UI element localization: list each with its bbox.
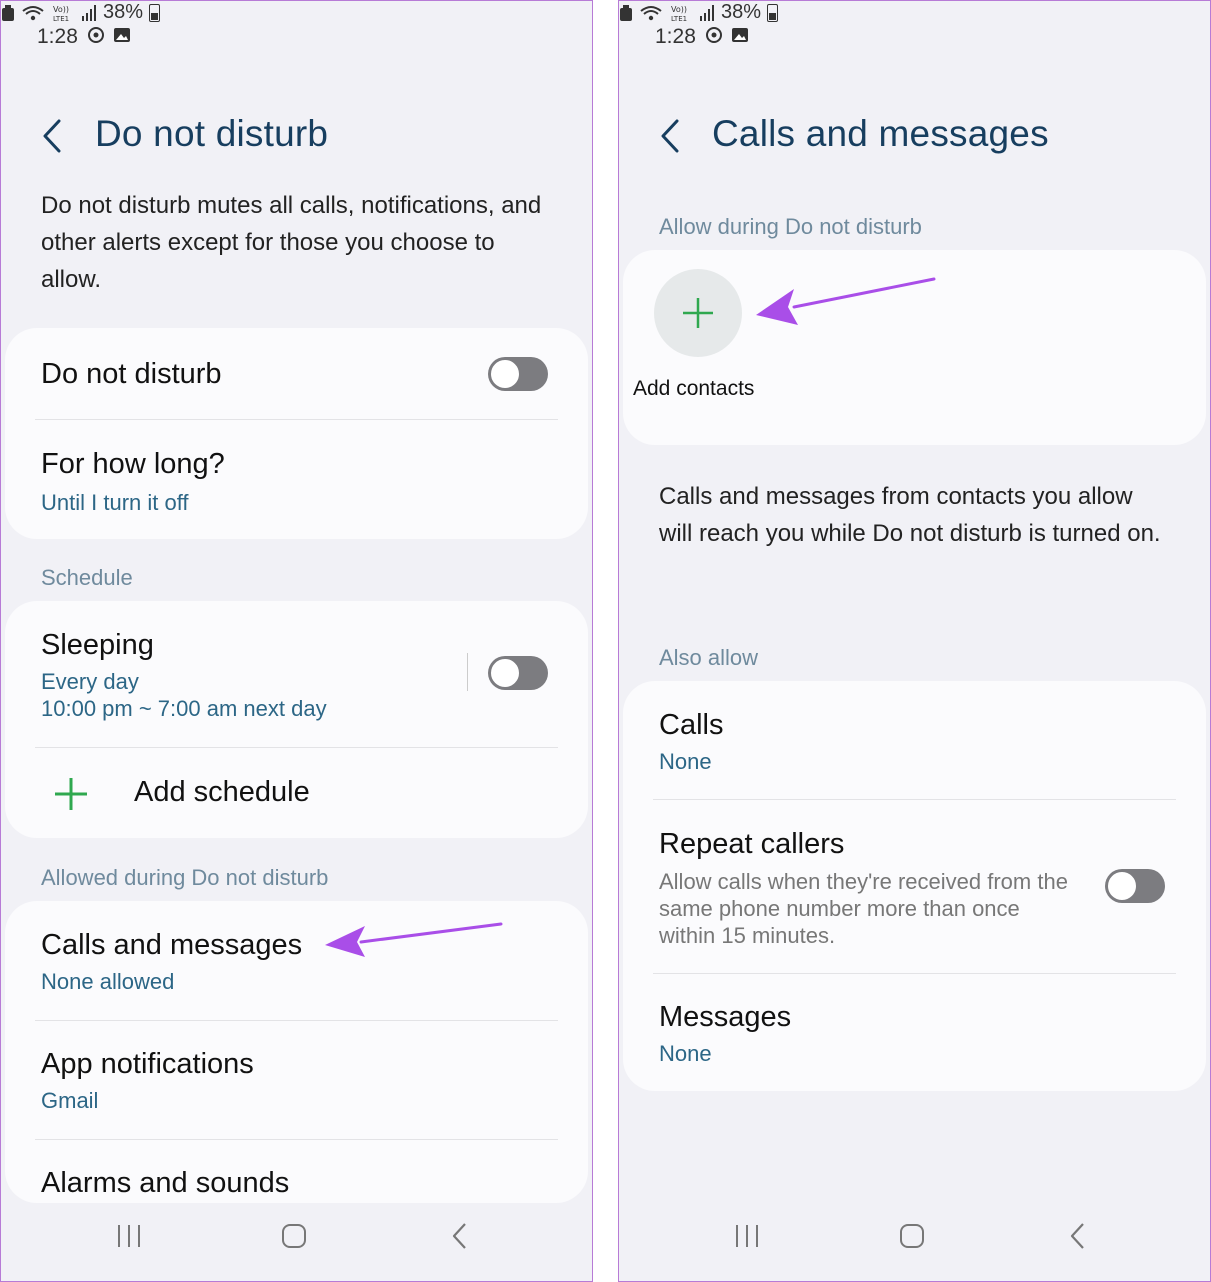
messages-title: Messages: [659, 1001, 792, 1033]
messages-row[interactable]: Messages None: [623, 974, 1206, 1091]
arrow-annotation: [325, 922, 503, 957]
volte-icon: Vo))LTE1: [671, 5, 687, 22]
repeat-callers-title: Repeat callers: [659, 828, 845, 860]
svg-text:LTE1: LTE1: [671, 15, 687, 22]
svg-text:Vo)): Vo)): [671, 5, 687, 14]
app-notifications-row[interactable]: App notifications Gmail: [5, 1021, 588, 1139]
battery-icon: [149, 3, 161, 22]
app-notifications-value: Gmail: [41, 1088, 99, 1113]
toggle-knob: [489, 657, 521, 689]
alarms-title: Alarms and sounds: [41, 1167, 290, 1199]
calls-messages-value: None allowed: [41, 969, 175, 994]
plus-icon: [55, 778, 87, 810]
dnd-label: Do not disturb: [41, 358, 222, 390]
toggle-knob: [1106, 870, 1138, 902]
sleeping-days: Every day: [41, 669, 139, 694]
wifi-icon: [640, 5, 662, 20]
vertical-divider: [467, 653, 468, 691]
add-contacts-label: Add contacts: [633, 377, 755, 400]
back-chevron-icon[interactable]: [657, 117, 687, 155]
duration-value: Until I turn it off: [41, 490, 189, 515]
svg-text:Vo)): Vo)): [53, 5, 69, 14]
calls-row[interactable]: Calls None: [623, 681, 1206, 799]
svg-text:LTE1: LTE1: [53, 15, 69, 22]
battery-percent: 38%: [103, 1, 144, 23]
recents-icon[interactable]: [734, 1223, 762, 1249]
schedule-card: Sleeping Every day 10:00 pm ~ 7:00 am ne…: [5, 601, 588, 838]
dnd-toggle[interactable]: [488, 357, 548, 391]
wifi-icon: [22, 5, 44, 20]
home-icon[interactable]: [280, 1222, 308, 1250]
allowed-header: Allowed during Do not disturb: [41, 865, 329, 890]
recents-icon[interactable]: [116, 1223, 144, 1249]
calls-title: Calls: [659, 709, 724, 741]
phone-screen-left: 1:28 Vo)) LTE1 38% Do not disturb Do not …: [0, 0, 593, 1282]
page-title: Calls and messages: [712, 113, 1049, 154]
lock-battery-icon: [620, 4, 632, 21]
sync-icon: [88, 27, 104, 43]
allow-header: Allow during Do not disturb: [659, 214, 922, 239]
arrow-annotation: [756, 277, 936, 325]
volte-icon: Vo))LTE1: [53, 5, 69, 22]
app-notifications-title: App notifications: [41, 1048, 254, 1080]
sleeping-time: 10:00 pm ~ 7:00 am next day: [41, 696, 327, 721]
add-contacts-button[interactable]: [654, 269, 742, 357]
repeat-callers-description: Allow calls when they're received from t…: [659, 869, 1068, 948]
status-time: 1:28: [655, 25, 696, 48]
battery-percent: 38%: [721, 1, 762, 23]
sleeping-toggle[interactable]: [488, 656, 548, 690]
gallery-icon: [114, 28, 130, 42]
dnd-card: Do not disturb For how long? Until I tur…: [5, 328, 588, 539]
also-allow-card: Calls None Repeat callers Allow calls wh…: [623, 681, 1206, 1091]
home-icon[interactable]: [898, 1222, 926, 1250]
status-time: 1:28: [37, 25, 78, 48]
calls-description: Calls and messages from contacts you all…: [659, 483, 1161, 547]
signal-icon: [82, 4, 96, 21]
messages-value: None: [659, 1041, 712, 1066]
duration-row[interactable]: For how long? Until I turn it off: [5, 420, 588, 538]
repeat-callers-toggle[interactable]: [1105, 869, 1165, 903]
page-title: Do not disturb: [95, 113, 329, 154]
duration-title: For how long?: [41, 448, 225, 480]
calls-messages-title: Calls and messages: [41, 929, 303, 961]
phone-screen-right: 1:28 Vo)) LTE1 38% Calls and messages All…: [618, 0, 1211, 1282]
nav-back-icon[interactable]: [1068, 1221, 1088, 1251]
back-chevron-icon[interactable]: [39, 117, 69, 155]
navigation-bar: [619, 1217, 1210, 1257]
sleeping-title: Sleeping: [41, 629, 154, 661]
nav-back-icon[interactable]: [450, 1221, 470, 1251]
battery-icon: [767, 3, 779, 22]
repeat-callers-row[interactable]: Repeat callers Allow calls when they're …: [623, 800, 1206, 973]
signal-icon: [700, 4, 714, 21]
navigation-bar: [1, 1217, 592, 1257]
sleeping-row[interactable]: Sleeping Every day 10:00 pm ~ 7:00 am ne…: [5, 601, 465, 746]
plus-icon: [683, 298, 713, 328]
status-indicators: Vo)) LTE1 38%: [619, 1, 1210, 24]
alarms-row[interactable]: Alarms and sounds: [5, 1140, 588, 1203]
sync-icon: [706, 27, 722, 43]
also-allow-header: Also allow: [659, 645, 759, 670]
schedule-header: Schedule: [41, 565, 133, 590]
page-description: Do not disturb mutes all calls, notifica…: [41, 192, 542, 293]
status-indicators: Vo)) LTE1 38%: [1, 1, 592, 24]
toggle-knob: [489, 358, 521, 390]
add-schedule-row[interactable]: Add schedule: [5, 748, 588, 838]
lock-battery-icon: [2, 4, 14, 21]
calls-value: None: [659, 749, 712, 774]
gallery-icon: [732, 28, 748, 42]
add-schedule-label: Add schedule: [134, 776, 310, 808]
